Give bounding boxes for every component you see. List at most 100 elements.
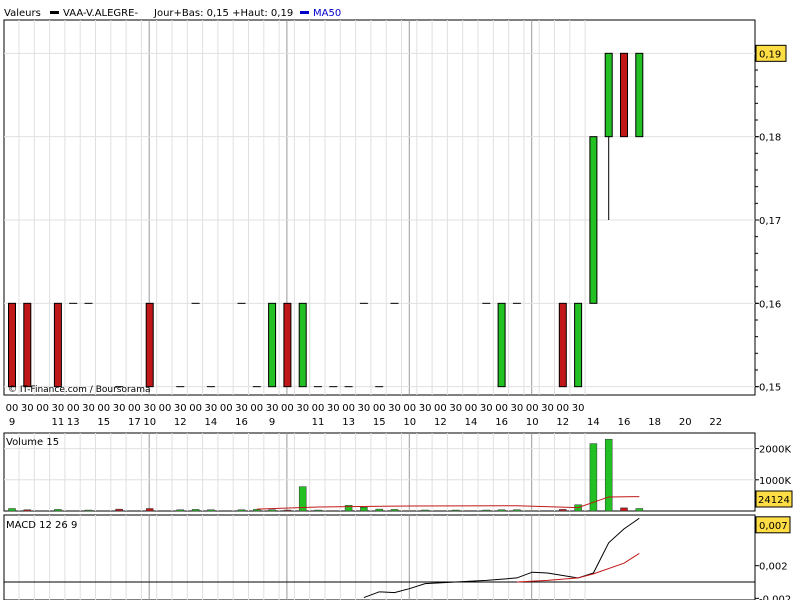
stock-chart: Valeurs VAA-V.ALEGRE- Jour+Bas: 0,15 +Ha… bbox=[3, 8, 793, 600]
macd-y-tick-label: -0,002 bbox=[759, 594, 791, 600]
volume-bar bbox=[360, 507, 368, 512]
down-candle bbox=[53, 302, 62, 388]
x-hour-label: 30 bbox=[266, 403, 279, 414]
volume-bar bbox=[635, 508, 644, 512]
up-candle bbox=[268, 302, 277, 388]
volume-y-tick-label: 2000K bbox=[759, 445, 791, 456]
day-range-label: Jour+Bas: 0,15 +Haut: 0,19 bbox=[153, 8, 293, 19]
x-day-label: 11 bbox=[312, 417, 325, 428]
volume-bar bbox=[191, 509, 200, 512]
x-hour-label: 30 bbox=[358, 403, 371, 414]
x-hour-label: 30 bbox=[205, 403, 218, 414]
x-hour-label: 30 bbox=[419, 403, 432, 414]
x-hour-label: 00 bbox=[465, 403, 478, 414]
volume-pane bbox=[3, 432, 756, 512]
x-hour-label: 00 bbox=[189, 403, 202, 414]
volume-bar bbox=[283, 509, 292, 512]
x-hour-label: 00 bbox=[250, 403, 263, 414]
x-day-label: 10 bbox=[143, 417, 156, 428]
volume-bar bbox=[268, 509, 276, 512]
x-hour-label: 00 bbox=[312, 403, 325, 414]
x-hour-label: 30 bbox=[174, 403, 187, 414]
macd-title: MACD 12 26 9 bbox=[6, 520, 77, 531]
price-y-tick-label: 0,15 bbox=[759, 383, 781, 394]
x-hour-label: 00 bbox=[495, 403, 508, 414]
x-day-label: 16 bbox=[495, 417, 508, 428]
x-hour-label: 00 bbox=[373, 403, 386, 414]
x-hour-label: 00 bbox=[97, 403, 110, 414]
price-y-tick-label: 0,17 bbox=[759, 216, 781, 227]
x-day-label: 16 bbox=[618, 417, 631, 428]
volume-bar bbox=[54, 509, 62, 512]
macd-pane bbox=[3, 514, 756, 600]
x-hour-label: 00 bbox=[403, 403, 416, 414]
x-hour-label: 30 bbox=[113, 403, 126, 414]
volume-bar bbox=[145, 508, 154, 512]
x-hour-label: 00 bbox=[281, 403, 294, 414]
down-candle bbox=[620, 52, 628, 138]
x-day-label: 12 bbox=[174, 417, 187, 428]
volume-bar bbox=[237, 509, 246, 512]
x-hour-label: 00 bbox=[36, 403, 49, 414]
symbol-label: VAA-V.ALEGRE- bbox=[63, 8, 138, 19]
volume-bar bbox=[115, 508, 123, 512]
x-day-label: 13 bbox=[342, 417, 355, 428]
x-hour-label: 30 bbox=[449, 403, 462, 414]
x-hour-label: 00 bbox=[556, 403, 569, 414]
x-hour-label: 30 bbox=[143, 403, 156, 414]
x-hour-label: 30 bbox=[480, 403, 493, 414]
last-price-label: 0,19 bbox=[759, 49, 781, 60]
x-hour-label: 30 bbox=[235, 403, 248, 414]
volume-y-tick-label: 1000K bbox=[759, 476, 791, 487]
x-hour-label: 00 bbox=[434, 403, 447, 414]
x-day-label: 14 bbox=[205, 417, 218, 428]
x-hour-label: 00 bbox=[67, 403, 80, 414]
source-credit: © IT-Finance.com / Boursorama bbox=[8, 385, 150, 395]
x-hour-label: 00 bbox=[6, 403, 19, 414]
x-day-label: 12 bbox=[556, 417, 569, 428]
volume-bar bbox=[375, 508, 383, 512]
ma-legend-swatch bbox=[300, 11, 309, 14]
up-candle bbox=[497, 302, 506, 388]
up-candle bbox=[635, 52, 644, 138]
volume-bar bbox=[482, 509, 491, 512]
volume-bar bbox=[604, 438, 613, 512]
x-day-label: 9 bbox=[269, 417, 275, 428]
macd-y-tick-label: 0,002 bbox=[759, 562, 788, 573]
volume-title: Volume 15 bbox=[6, 437, 59, 448]
x-hour-label: 00 bbox=[526, 403, 539, 414]
x-day-label: 16 bbox=[235, 417, 248, 428]
x-hour-label: 30 bbox=[327, 403, 340, 414]
x-day-label: 20 bbox=[679, 417, 692, 428]
volume-bar bbox=[84, 509, 93, 512]
last-macd-label: 0,007 bbox=[759, 521, 788, 532]
x-hour-label: 00 bbox=[128, 403, 141, 414]
volume-bar bbox=[421, 509, 429, 512]
down-candle bbox=[8, 302, 16, 388]
x-day-label: 15 bbox=[373, 417, 386, 428]
down-candle bbox=[283, 302, 292, 388]
x-hour-label: 00 bbox=[159, 403, 172, 414]
x-hour-label: 00 bbox=[220, 403, 233, 414]
x-day-label: 15 bbox=[97, 417, 110, 428]
volume-bar bbox=[314, 509, 322, 512]
x-day-label: 10 bbox=[526, 417, 539, 428]
x-day-label: 10 bbox=[403, 417, 416, 428]
header-label: Valeurs bbox=[4, 8, 41, 19]
x-day-label: 9 bbox=[9, 417, 15, 428]
down-candle bbox=[145, 302, 154, 388]
x-hour-label: 30 bbox=[541, 403, 554, 414]
up-candle bbox=[298, 302, 307, 388]
x-hour-label: 30 bbox=[296, 403, 309, 414]
up-candle bbox=[574, 302, 583, 388]
ma-legend-label: MA50 bbox=[313, 8, 341, 19]
x-day-label: 14 bbox=[465, 417, 478, 428]
volume-bar bbox=[497, 509, 506, 512]
volume-bar bbox=[23, 509, 32, 512]
x-day-label: 14 bbox=[587, 417, 600, 428]
x-hour-label: 30 bbox=[82, 403, 95, 414]
x-hour-label: 30 bbox=[52, 403, 65, 414]
x-day-label: 17 bbox=[128, 417, 141, 428]
x-day-label: 12 bbox=[434, 417, 447, 428]
x-hour-label: 00 bbox=[342, 403, 355, 414]
